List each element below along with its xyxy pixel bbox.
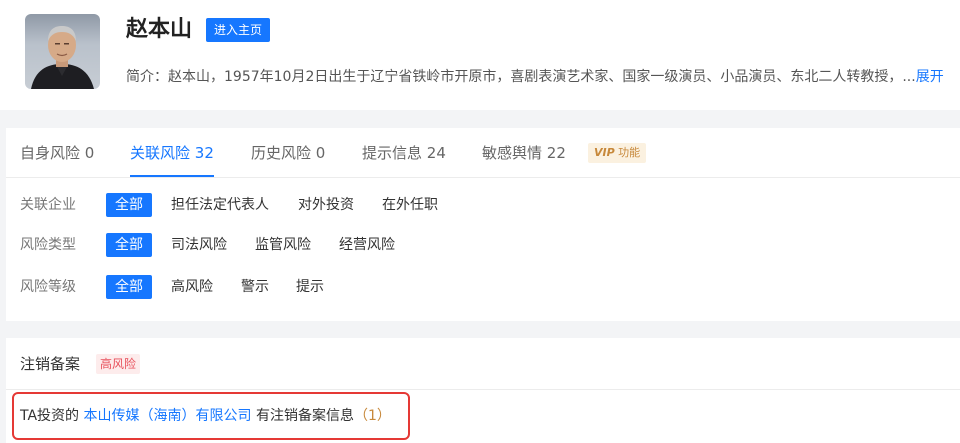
tab-label: 历史风险	[251, 144, 312, 162]
deregistration-card: 注销备案 高风险 TA投资的 本山传媒（海南）有限公司 有注销备案信息（1）	[6, 338, 960, 443]
filter-risk-type: 风险类型 全部 司法风险 监管风险 经营风险	[6, 233, 960, 257]
deregistration-header: 注销备案 高风险	[6, 338, 960, 390]
tab-count: 0	[315, 144, 326, 162]
record-count[interactable]: （1）	[354, 408, 391, 424]
filter-option-warning[interactable]: 警示	[241, 275, 269, 299]
tab-self-risk[interactable]: 自身风险 0	[20, 142, 94, 164]
tab-label: 敏感舆情	[482, 144, 543, 162]
filter-option-hint[interactable]: 提示	[296, 275, 324, 299]
section-title: 注销备案	[20, 355, 81, 373]
filter-option-operational[interactable]: 经营风险	[339, 233, 395, 257]
deregistration-item: TA投资的 本山传媒（海南）有限公司 有注销备案信息（1）	[20, 405, 391, 427]
person-name: 赵本山	[126, 17, 193, 42]
filter-option-external-post[interactable]: 在外任职	[382, 193, 438, 217]
risk-tabs: 自身风险 0 关联风险 32 历史风险 0 提示信息 24 敏感舆情 22 VI…	[6, 128, 960, 178]
tab-sensitive-opinion[interactable]: 敏感舆情 22	[482, 142, 566, 164]
tab-count: 24	[426, 144, 446, 162]
vip-feature-badge[interactable]: VIP 功能	[588, 143, 647, 163]
intro-prefix: 简介：	[126, 69, 168, 85]
filter-label: 关联企业	[20, 197, 76, 213]
tab-history-risk[interactable]: 历史风险 0	[251, 142, 325, 164]
tab-hint-info[interactable]: 提示信息 24	[362, 142, 446, 164]
filter-option-legal-rep[interactable]: 担任法定代表人	[171, 193, 269, 217]
expand-link[interactable]: 展开	[916, 69, 944, 85]
tab-label: 关联风险	[130, 144, 191, 162]
enter-homepage-button[interactable]: 进入主页	[206, 18, 271, 42]
risk-panel: 自身风险 0 关联风险 32 历史风险 0 提示信息 24 敏感舆情 22 VI…	[6, 128, 960, 321]
item-prefix: TA投资的	[20, 408, 80, 424]
tab-count: 0	[84, 144, 95, 162]
item-suffix: 有注销备案信息	[255, 408, 354, 424]
filter-option-high[interactable]: 高风险	[171, 275, 213, 299]
high-risk-badge: 高风险	[96, 354, 141, 374]
filter-label: 风险类型	[20, 237, 76, 253]
intro-text: 赵本山，1957年10月2日出生于辽宁省铁岭市开原市，喜剧表演艺术家、国家一级演…	[168, 69, 916, 85]
avatar[interactable]	[25, 14, 100, 89]
person-intro: 简介：赵本山，1957年10月2日出生于辽宁省铁岭市开原市，喜剧表演艺术家、国家…	[126, 66, 960, 88]
tab-label: 自身风险	[20, 144, 81, 162]
filter-option-regulatory[interactable]: 监管风险	[255, 233, 311, 257]
filter-option-all[interactable]: 全部	[106, 275, 152, 299]
filter-option-investment[interactable]: 对外投资	[298, 193, 354, 217]
tab-label: 提示信息	[362, 144, 423, 162]
vip-icon: VIP	[594, 146, 615, 159]
tab-count: 22	[546, 144, 566, 162]
filter-option-all[interactable]: 全部	[106, 193, 152, 217]
filter-option-judicial[interactable]: 司法风险	[171, 233, 227, 257]
filter-option-all[interactable]: 全部	[106, 233, 152, 257]
filter-risk-level: 风险等级 全部 高风险 警示 提示	[6, 275, 960, 299]
filter-label: 风险等级	[20, 279, 76, 295]
filter-related-company: 关联企业 全部 担任法定代表人 对外投资 在外任职	[6, 193, 960, 217]
company-link[interactable]: 本山传媒（海南）有限公司	[84, 408, 252, 424]
tab-related-risk[interactable]: 关联风险 32	[130, 142, 214, 177]
profile-card: 赵本山 进入主页 简介：赵本山，1957年10月2日出生于辽宁省铁岭市开原市，喜…	[0, 0, 960, 110]
vip-label: 功能	[618, 146, 641, 159]
tab-count: 32	[194, 144, 214, 162]
